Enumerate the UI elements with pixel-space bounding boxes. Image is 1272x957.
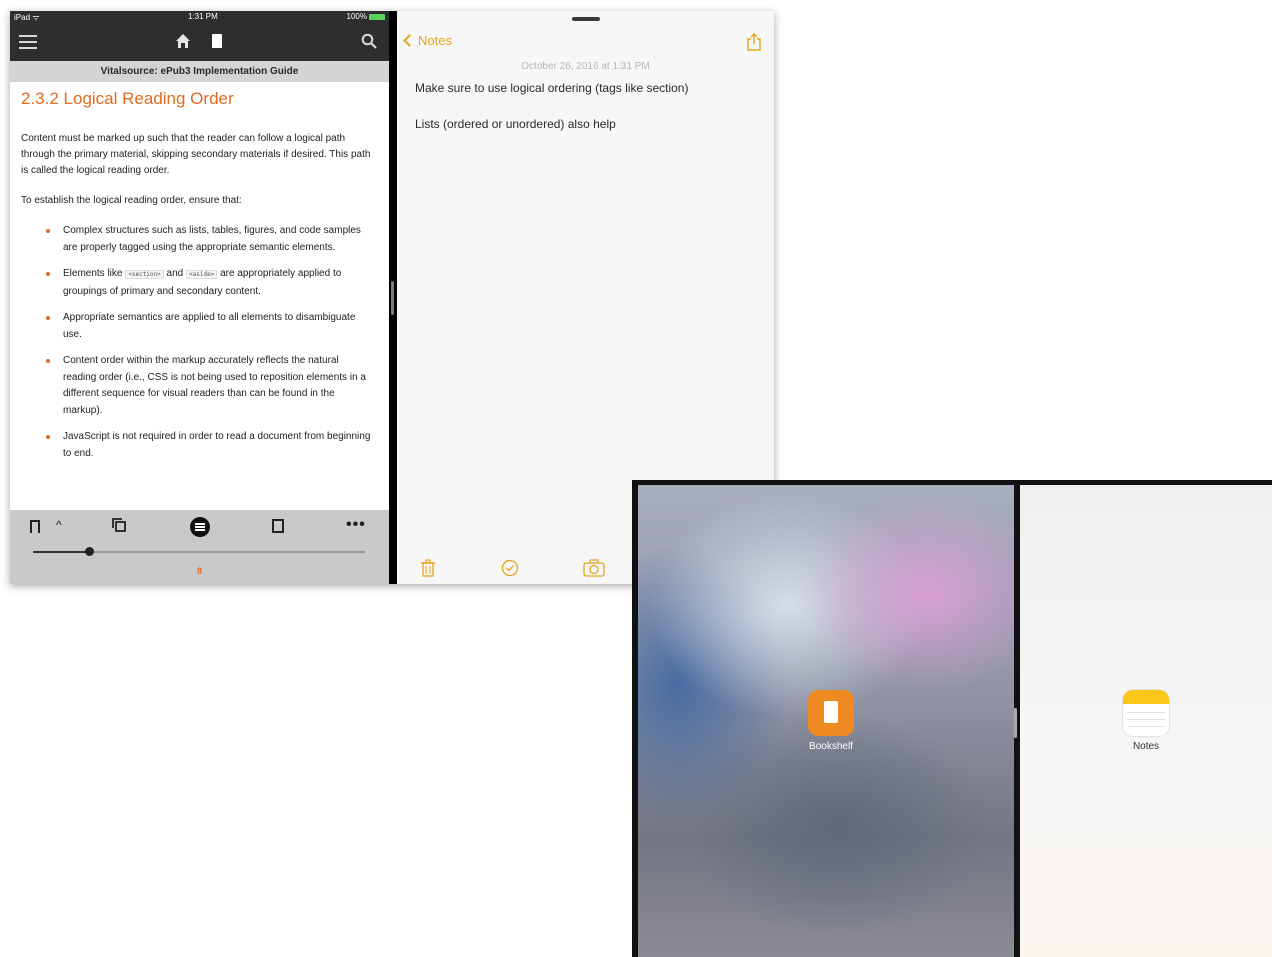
chevron-left-icon [403, 34, 416, 47]
bookmark-icon[interactable] [30, 520, 40, 533]
reader-pane: iPad ᯤ 1:31 PM 100% Vitalsource: ePub3 I… [10, 11, 389, 584]
switcher-left-pane[interactable]: Bookshelf [638, 485, 1014, 957]
note-line[interactable]: Lists (ordered or unordered) also help [415, 117, 616, 131]
progress-fill [33, 551, 90, 553]
list-text: Elements like [63, 268, 123, 279]
paragraph-ensure: To establish the logical reading order, … [21, 195, 242, 206]
list-text: and [166, 268, 184, 279]
status-time: 1:31 PM [188, 12, 218, 21]
search-icon[interactable] [361, 33, 377, 49]
list-item: Complex structures such as lists, tables… [43, 223, 373, 256]
switcher-right-pane[interactable]: Notes [1020, 485, 1272, 957]
share-icon[interactable] [747, 33, 761, 51]
split-handle[interactable] [391, 281, 394, 315]
status-bar: iPad ᯤ 1:31 PM 100% [10, 11, 389, 23]
back-label: Notes [418, 33, 452, 48]
notes-back-button[interactable]: Notes [403, 33, 452, 48]
code-section: <section> [125, 270, 164, 279]
code-aside: <aside> [186, 270, 218, 279]
switcher-divider-handle[interactable] [1014, 708, 1017, 738]
book-icon[interactable] [212, 34, 222, 48]
app-switcher: Bookshelf Notes [632, 480, 1272, 957]
battery-icon [369, 13, 385, 20]
home-icon[interactable] [175, 33, 191, 49]
trash-icon[interactable] [419, 559, 437, 577]
more-icon[interactable]: ••• [346, 516, 366, 534]
list-item: JavaScript is not required in order to r… [43, 429, 373, 462]
copy-icon[interactable] [112, 518, 126, 532]
note-line[interactable]: Make sure to use logical ordering (tags … [415, 81, 688, 95]
bookshelf-icon [808, 690, 854, 736]
camera-icon[interactable] [583, 559, 605, 577]
progress-knob[interactable] [85, 547, 95, 556]
list-item: Appropriate semantics are applied to all… [43, 310, 373, 343]
table-of-contents-icon[interactable] [272, 519, 284, 533]
app-label: Notes [1132, 741, 1160, 752]
menu-icon[interactable] [19, 35, 37, 49]
battery-label: 100% [346, 12, 367, 21]
reader-toolbar [10, 23, 389, 61]
reader-content: 2.3.2 Logical Reading Order Content must… [21, 89, 373, 472]
page-number: 8 [196, 566, 202, 576]
reader-mode-icon[interactable] [190, 517, 210, 537]
paragraph-intro: Content must be marked up such that the … [21, 133, 371, 176]
book-title: Vitalsource: ePub3 Implementation Guide [10, 61, 389, 82]
section-heading: 2.3.2 Logical Reading Order [21, 89, 234, 108]
list-item: Content order within the markup accurate… [43, 353, 373, 419]
checklist-icon[interactable] [501, 559, 519, 577]
list-item: Elements like <section> and <aside> are … [43, 266, 373, 300]
battery-indicator: 100% [347, 12, 385, 21]
requirements-list: Complex structures such as lists, tables… [43, 223, 373, 462]
reader-bottom-bar: ^ ••• 8 [10, 510, 389, 584]
app-label: Bookshelf [809, 741, 853, 752]
carrier-label: iPad ᯤ [14, 13, 40, 22]
slide-over-grabber[interactable] [572, 17, 600, 21]
caret-up-icon[interactable]: ^ [56, 518, 62, 532]
notes-app-tile[interactable]: Notes [1113, 690, 1179, 752]
bookshelf-app-tile[interactable]: Bookshelf [798, 690, 864, 752]
notes-icon [1123, 690, 1169, 736]
note-date: October 26, 2016 at 1:31 PM [521, 61, 650, 72]
